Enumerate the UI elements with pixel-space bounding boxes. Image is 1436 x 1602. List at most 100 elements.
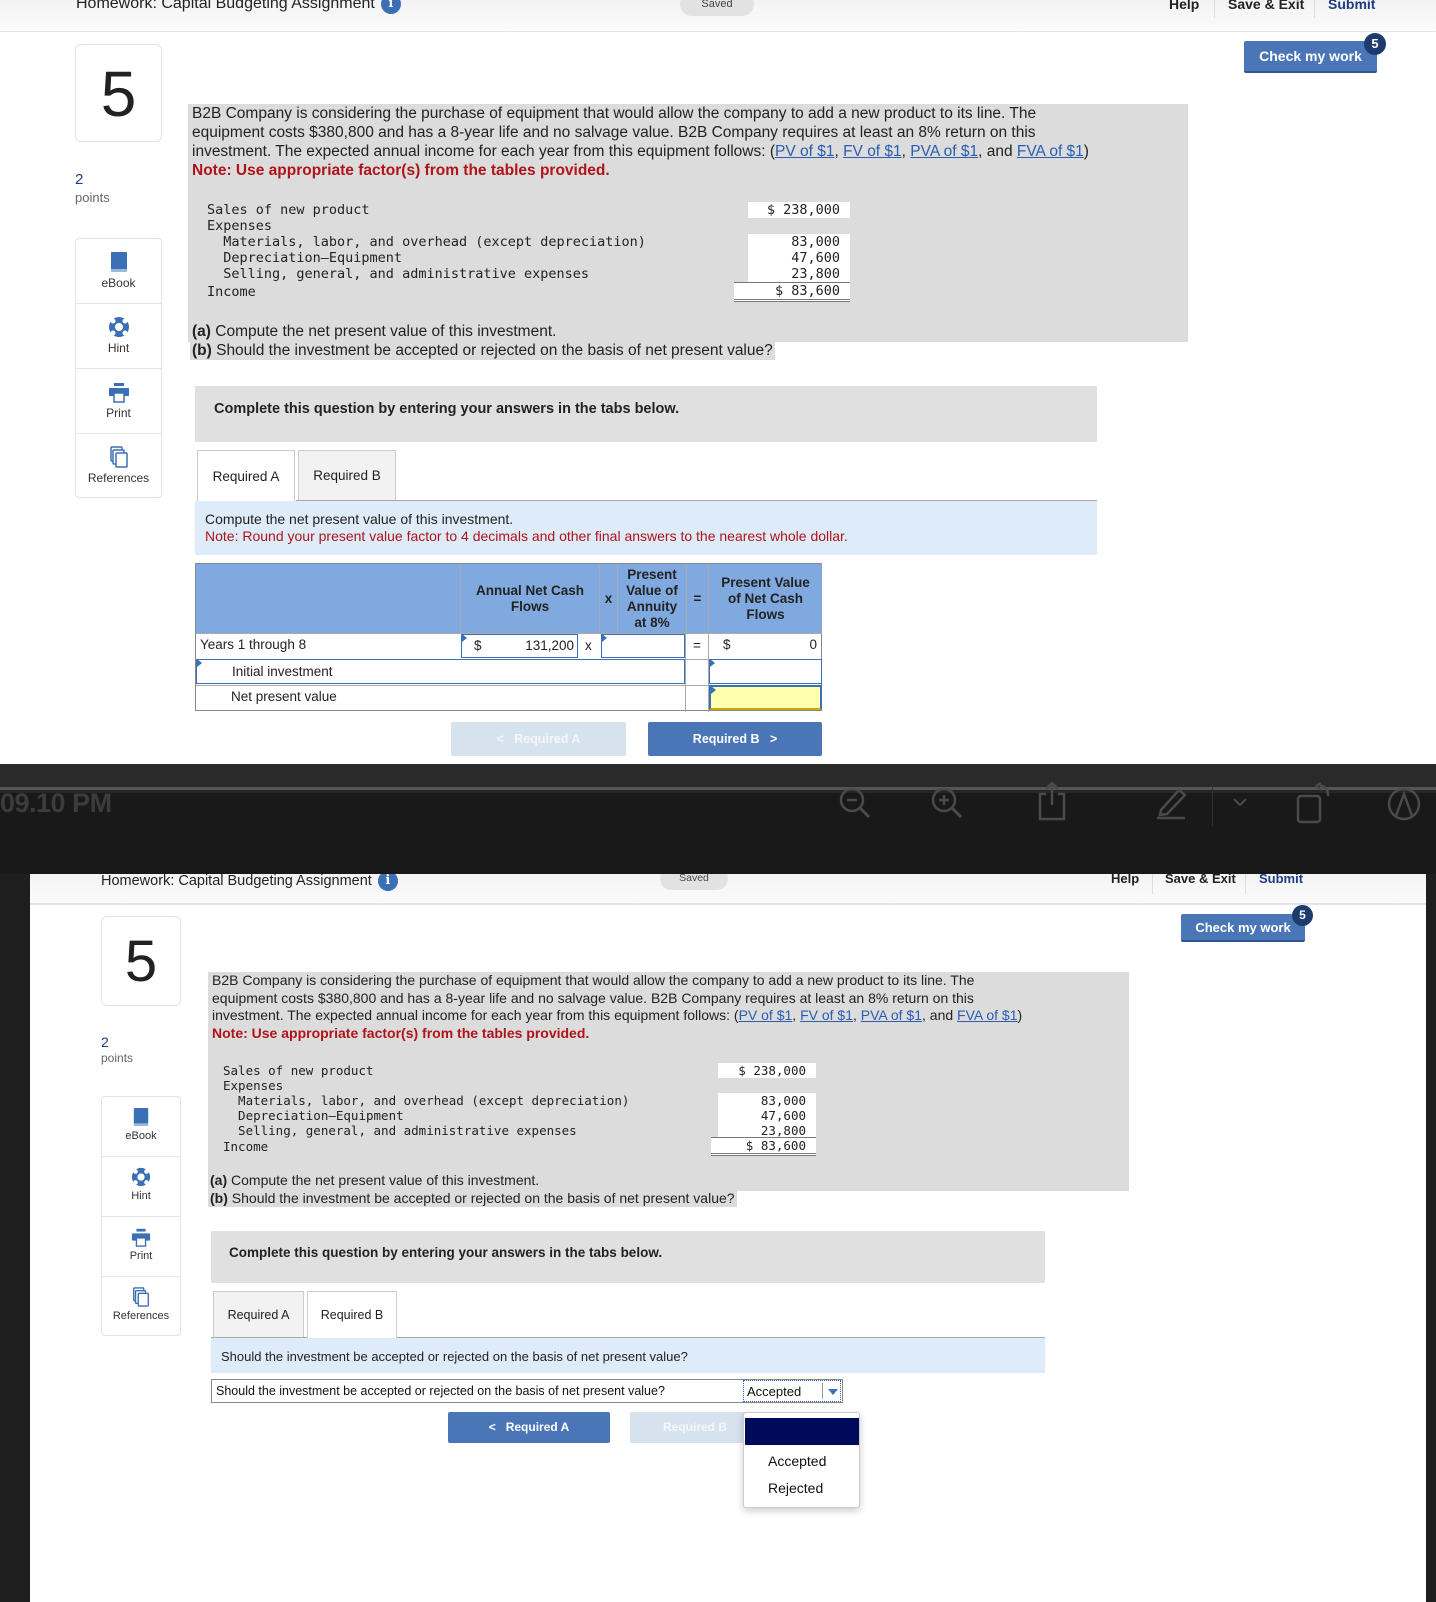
print-button[interactable]: Print [102, 1217, 180, 1277]
info-icon[interactable]: i [380, 0, 401, 14]
next-required-b-button[interactable]: Required B > [648, 722, 822, 756]
separator: ) [1083, 143, 1089, 160]
income-statement: Sales of new product $ 238,000 Expenses … [188, 200, 850, 304]
chevron-left-icon: < [496, 732, 515, 746]
save-exit-link[interactable]: Save & Exit [1165, 874, 1236, 886]
references-label: References [87, 471, 150, 485]
divider [1152, 874, 1153, 894]
separator: , [852, 1007, 861, 1023]
dropdown-option-rejected[interactable]: Rejected [768, 1480, 823, 1496]
chevron-down-icon[interactable] [1232, 796, 1248, 808]
npv-input[interactable] [709, 685, 822, 710]
help-link[interactable]: Help [1169, 0, 1199, 12]
references-button[interactable]: References [76, 434, 161, 499]
initial-investment-input[interactable] [709, 659, 822, 684]
input-marker [462, 634, 467, 642]
fv-of-1-link[interactable]: FV of $1 [843, 143, 902, 160]
currency-symbol: $ [723, 637, 731, 652]
problem-line: equipment costs $380,800 and has a 8-yea… [192, 124, 1036, 141]
next-label: Required B [692, 732, 760, 746]
part-b-text: Should the investment be accepted or rej… [227, 1190, 735, 1206]
grid-line [685, 633, 686, 712]
prev-required-a-button[interactable]: < Required A [448, 1412, 610, 1443]
hint-label: Hint [107, 341, 130, 355]
lifebuoy-icon [108, 317, 129, 337]
statement-value: 23,800 [718, 1123, 816, 1138]
tools-panel: eBook Hint Print References [75, 238, 162, 498]
clock: 09.10 PM [0, 788, 112, 818]
markup-circle-icon[interactable] [1384, 786, 1424, 822]
separator: , [834, 143, 844, 160]
submit-link[interactable]: Submit [1259, 874, 1303, 886]
tab-required-b[interactable]: Required B [307, 1291, 397, 1338]
statement-value: 23,800 [748, 266, 850, 282]
hint-button[interactable]: Hint [102, 1157, 180, 1217]
problem-note: Note: Use appropriate factor(s) from the… [212, 1024, 590, 1041]
separator: , [901, 143, 911, 160]
separator: , and [978, 143, 1017, 160]
statement-value: $ 238,000 [748, 202, 850, 218]
pv-cash-flows-value: 0 [809, 637, 817, 652]
next-required-b-button[interactable]: Required B [630, 1412, 760, 1443]
check-count-badge: 5 [1292, 905, 1313, 926]
dropdown-arrow-icon[interactable] [828, 1389, 838, 1395]
problem-note: Note: Use appropriate factor(s) from the… [192, 162, 610, 179]
tab-required-b[interactable]: Required B [298, 450, 396, 500]
header-pv-factor: Present Value of Annuity at 8% [618, 564, 687, 633]
save-exit-link[interactable]: Save & Exit [1228, 0, 1304, 12]
pva-of-1-link[interactable]: PVA of $1 [861, 1007, 922, 1023]
rotate-icon[interactable] [1296, 782, 1332, 824]
prev-label: Required A [514, 732, 581, 746]
header-equals: = [687, 564, 709, 633]
income-statement: Sales of new product $ 238,000 Expenses … [208, 1062, 818, 1158]
part-b: (b) Should the investment be accepted or… [190, 341, 775, 360]
zoom-in-icon[interactable] [930, 786, 964, 820]
fva-of-1-link[interactable]: FVA of $1 [1017, 143, 1084, 160]
statement-value: $ 83,600 [734, 282, 850, 302]
pv-of-1-link[interactable]: PV of $1 [775, 143, 834, 160]
assignment-title: Homework: Capital Budgeting Assignment i [76, 0, 401, 14]
separator: ) [1017, 1007, 1023, 1023]
check-my-work-button[interactable]: Check my work [1244, 41, 1377, 73]
ebook-button[interactable]: eBook [76, 239, 161, 304]
statement-label: Selling, general, and administrative exp… [207, 266, 590, 282]
print-button[interactable]: Print [76, 369, 161, 434]
ebook-button[interactable]: eBook [102, 1097, 180, 1157]
prev-required-a-button[interactable]: < Required A [451, 722, 626, 756]
input-marker [197, 659, 202, 667]
part-b-label: (b) [210, 1190, 228, 1206]
share-icon[interactable] [1036, 780, 1068, 822]
problem-line: investment. The expected annual income f… [192, 142, 1184, 161]
instruction-panel: Should the investment be accepted or rej… [211, 1338, 1045, 1373]
fv-of-1-link[interactable]: FV of $1 [800, 1007, 853, 1023]
input-marker [602, 634, 607, 642]
check-my-work-button[interactable]: Check my work [1181, 914, 1305, 942]
dropdown-option-accepted[interactable]: Accepted [768, 1453, 826, 1469]
tab-required-a[interactable]: Required A [197, 450, 295, 501]
zoom-out-icon[interactable] [838, 786, 872, 820]
pencil-markup-icon[interactable] [1155, 784, 1191, 820]
info-icon[interactable]: i [377, 874, 398, 891]
statement-value: $ 83,600 [711, 1137, 816, 1156]
print-label: Print [129, 1250, 153, 1262]
header-times: x [600, 564, 618, 633]
pv-factor-input[interactable] [601, 634, 685, 658]
dropdown-option-blank[interactable] [745, 1418, 859, 1445]
tab-required-a[interactable]: Required A [213, 1291, 304, 1337]
tools-panel: eBook Hint Print References [101, 1096, 181, 1336]
hint-button[interactable]: Hint [76, 304, 161, 369]
initial-investment-label-input[interactable]: Initial investment [196, 659, 685, 684]
help-link[interactable]: Help [1111, 874, 1139, 886]
divider [1214, 0, 1215, 18]
accept-reject-dropdown[interactable]: Accepted [743, 1380, 841, 1402]
part-a: (a) Compute the net present value of thi… [208, 1172, 542, 1189]
references-button[interactable]: References [102, 1277, 180, 1337]
submit-link[interactable]: Submit [1328, 0, 1375, 12]
pv-of-1-link[interactable]: PV of $1 [739, 1007, 793, 1023]
points-label: points [101, 1051, 134, 1065]
annual-cash-flow-input[interactable]: $ 131,200 [461, 634, 578, 658]
header-blank [196, 564, 461, 633]
pva-of-1-link[interactable]: PVA of $1 [910, 143, 978, 160]
fva-of-1-link[interactable]: FVA of $1 [957, 1007, 1017, 1023]
viewer-lower [0, 793, 1436, 874]
